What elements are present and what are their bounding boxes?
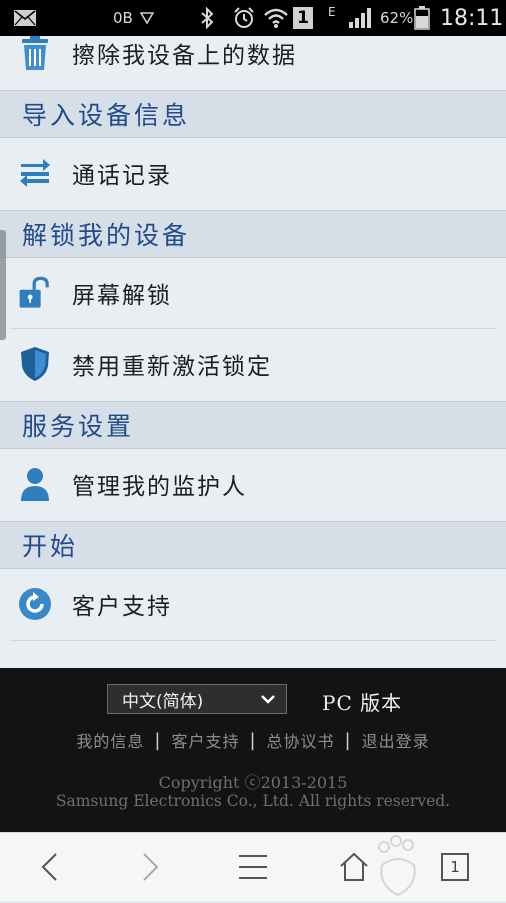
wifi-icon: [263, 0, 289, 36]
menu-item-label: 擦除我设备上的数据: [72, 43, 297, 69]
language-select[interactable]: 中文(简体): [107, 684, 287, 714]
chevron-left-icon: [41, 853, 57, 881]
divider: [10, 640, 496, 641]
home-icon: [340, 852, 368, 881]
menu-page: 擦除我设备上的数据 导入设备信息 通话记录 解锁我的设备 屏幕解锁 禁用重新激活…: [0, 36, 506, 668]
menu-item-disable-reactivation-lock[interactable]: 禁用重新激活锁定: [0, 329, 506, 399]
paw-icon: [374, 835, 422, 899]
hamburger-icon: [239, 855, 267, 879]
bluetooth-icon: [200, 0, 214, 36]
section-service-settings: 服务设置: [0, 401, 506, 449]
tab-count: 1: [441, 853, 469, 881]
menu-item-label: 管理我的监护人: [72, 474, 247, 500]
footer-link-customer-support[interactable]: 客户支持: [171, 728, 239, 752]
footer-links: 我的信息 | 客户支持 | 总协议书 | 退出登录: [0, 728, 506, 752]
data-rate: 0B: [113, 9, 133, 27]
battery-percent: 62%: [380, 9, 414, 27]
chevron-down-icon: [260, 691, 276, 712]
chevron-right-icon: [143, 853, 159, 881]
menu-item-customer-support[interactable]: 客户支持: [0, 569, 506, 639]
section-title: 服务设置: [22, 412, 135, 441]
trash-icon: [18, 36, 52, 70]
copyright-line-2: Samsung Electronics Co., Ltd. All rights…: [55, 792, 451, 810]
section-title: 开始: [22, 532, 79, 561]
copyright-line-1: Copyright ⓒ2013-2015: [158, 773, 348, 792]
section-title: 导入设备信息: [22, 101, 191, 130]
sim-badge: 1: [293, 0, 313, 36]
section-title: 解锁我的设备: [22, 221, 191, 250]
browser-nav-bar: 1: [0, 832, 506, 901]
email-icon: [14, 0, 36, 36]
shield-icon: [18, 347, 52, 381]
pc-version-link[interactable]: PC 版本: [322, 687, 402, 716]
unlock-icon: [18, 276, 52, 310]
section-import-device-info: 导入设备信息: [0, 90, 506, 138]
scroll-indicator[interactable]: [0, 230, 6, 340]
network-type: E: [328, 5, 336, 19]
separator: |: [344, 729, 352, 751]
language-value: 中文(简体): [122, 691, 204, 712]
menu-item-label: 屏幕解锁: [72, 283, 172, 309]
menu-item-label: 通话记录: [72, 163, 172, 189]
menu-item-call-log[interactable]: 通话记录: [0, 138, 506, 208]
home-button[interactable]: [334, 847, 374, 887]
support-icon: [18, 587, 52, 621]
alarm-icon: [232, 0, 256, 36]
clock: 18:11: [440, 5, 504, 31]
back-button[interactable]: [29, 847, 69, 887]
menu-button[interactable]: [233, 847, 273, 887]
status-bar: 0B 1 E 62% 18:11: [0, 0, 506, 36]
site-footer: 中文(简体) PC 版本 我的信息 | 客户支持 | 总协议书 | 退出登录 C…: [0, 668, 506, 832]
footer-link-my-info[interactable]: 我的信息: [76, 728, 144, 752]
menu-item-screen-unlock[interactable]: 屏幕解锁: [0, 258, 506, 328]
data-arrow-icon: [140, 0, 154, 36]
section-start: 开始: [0, 521, 506, 569]
separator: |: [249, 729, 257, 751]
signal-icon: [348, 0, 372, 36]
menu-item-erase-data[interactable]: 擦除我设备上的数据: [0, 36, 506, 88]
footer-link-logout[interactable]: 退出登录: [362, 728, 430, 752]
menu-item-label: 客户支持: [72, 594, 172, 620]
forward-button[interactable]: [131, 847, 171, 887]
menu-item-manage-guardian[interactable]: 管理我的监护人: [0, 449, 506, 519]
list-icon: [18, 156, 52, 190]
section-unlock-device: 解锁我的设备: [0, 210, 506, 258]
battery-icon: [414, 0, 430, 36]
separator: |: [154, 729, 162, 751]
person-icon: [18, 467, 52, 501]
menu-item-label: 禁用重新激活锁定: [72, 354, 272, 380]
tabs-button[interactable]: 1: [435, 847, 475, 887]
footer-link-agreement[interactable]: 总协议书: [267, 728, 335, 752]
